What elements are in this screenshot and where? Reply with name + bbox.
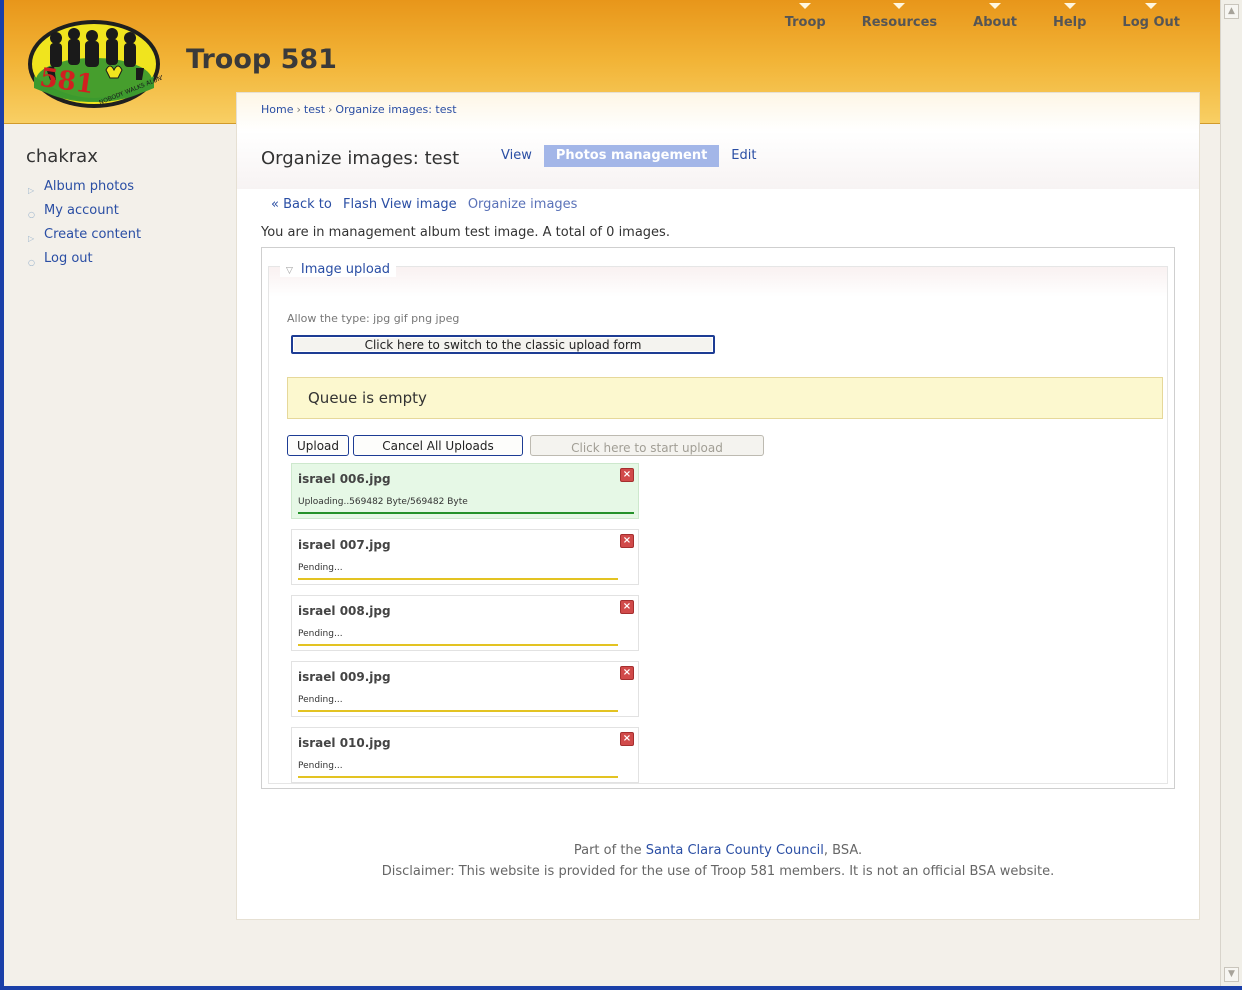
- page-title: Organize images: test: [261, 148, 460, 169]
- breadcrumb: Home › test › Organize images: test: [261, 103, 457, 116]
- sidebar-item-album-photos: ▷ Album photos: [26, 177, 226, 201]
- footer: Part of the Santa Clara County Council, …: [237, 843, 1199, 879]
- file-status: Pending...: [298, 563, 343, 573]
- file-name: israel 010.jpg: [298, 736, 391, 750]
- tab-photos-management[interactable]: Photos management: [543, 145, 720, 167]
- cancel-all-uploads-button[interactable]: Cancel All Uploads: [353, 435, 523, 456]
- breadcrumb-home[interactable]: Home: [261, 103, 293, 116]
- circle-bullet-icon: ○: [28, 258, 35, 267]
- image-upload-legend[interactable]: ▽ Image upload: [280, 262, 397, 277]
- upload-file-item: israel 007.jpg × Pending...: [291, 529, 639, 585]
- breadcrumb-test[interactable]: test: [304, 103, 325, 116]
- tab-edit[interactable]: Edit: [719, 145, 768, 167]
- nav-troop[interactable]: Troop: [785, 3, 826, 30]
- content-header: Home › test › Organize images: test Organize…: [237, 93, 1199, 189]
- circle-bullet-icon: ○: [28, 210, 35, 219]
- breadcrumb-separator: ›: [328, 103, 333, 116]
- image-upload-fieldset: Allow the type: jpg gif png jpeg Click h…: [261, 247, 1175, 789]
- page: 581 NOBODY WALKS ALONE Troop 581 Troop R…: [4, 0, 1220, 986]
- nav-resources[interactable]: Resources: [862, 3, 937, 30]
- window-scrollbar[interactable]: ▲ ▼: [1220, 0, 1242, 986]
- sidebar: chakrax ▷ Album photos ○ My account ▷ Cr…: [26, 146, 226, 273]
- tab-view[interactable]: View: [489, 145, 544, 167]
- remove-file-icon[interactable]: ×: [620, 600, 634, 614]
- file-status: Pending...: [298, 695, 343, 705]
- remove-file-icon[interactable]: ×: [620, 468, 634, 482]
- nav-help[interactable]: Help: [1053, 3, 1086, 30]
- sidebar-link-log-out[interactable]: Log out: [44, 251, 93, 266]
- image-upload-panel: Allow the type: jpg gif png jpeg Click h…: [268, 266, 1168, 784]
- nav-log-out[interactable]: Log Out: [1122, 3, 1180, 30]
- file-name: israel 008.jpg: [298, 604, 391, 618]
- classic-upload-button[interactable]: Click here to switch to the classic uplo…: [291, 335, 715, 354]
- sidebar-link-create-content[interactable]: Create content: [44, 227, 141, 242]
- main-content: Home › test › Organize images: test Organize…: [236, 92, 1200, 920]
- file-status: Pending...: [298, 629, 343, 639]
- footer-disclaimer: Disclaimer: This website is provided for…: [381, 864, 1055, 879]
- triangle-bullet-icon: ▷: [28, 186, 35, 195]
- file-progress-bar: [298, 512, 634, 514]
- upload-file-item: israel 009.jpg × Pending...: [291, 661, 639, 717]
- sidebar-username: chakrax: [26, 146, 98, 167]
- file-status: Uploading..569482 Byte/569482 Byte: [298, 497, 468, 507]
- council-link[interactable]: Santa Clara County Council: [646, 843, 824, 858]
- tabs: View Photos management Edit: [489, 145, 768, 167]
- allowed-types-text: Allow the type: jpg gif png jpeg: [287, 312, 460, 325]
- file-status: Pending...: [298, 761, 343, 771]
- sidebar-item-create-content: ▷ Create content: [26, 225, 226, 249]
- upload-button[interactable]: Upload: [287, 435, 349, 456]
- upload-file-item: israel 010.jpg × Pending...: [291, 727, 639, 783]
- album-summary: You are in management album test image. …: [261, 225, 670, 240]
- action-links: « Back to Flash View image Organize imag…: [271, 197, 584, 212]
- organize-images-link[interactable]: Organize images: [468, 197, 578, 212]
- svg-text:581: 581: [38, 63, 96, 100]
- nav-about[interactable]: About: [973, 3, 1017, 30]
- scroll-down-icon[interactable]: ▼: [1224, 967, 1239, 982]
- file-name: israel 009.jpg: [298, 670, 391, 684]
- upload-file-item: israel 006.jpg × Uploading..569482 Byte/…: [291, 463, 639, 519]
- triangle-bullet-icon: ▷: [28, 234, 35, 243]
- footer-suffix: , BSA.: [823, 843, 863, 858]
- collapse-triangle-icon: ▽: [286, 266, 293, 276]
- site-title[interactable]: Troop 581: [186, 44, 337, 75]
- file-progress-bar: [298, 710, 618, 712]
- file-progress-bar: [298, 578, 618, 580]
- troop-logo[interactable]: 581 NOBODY WALKS ALONE: [26, 18, 167, 110]
- sidebar-link-my-account[interactable]: My account: [44, 203, 119, 218]
- breadcrumb-separator: ›: [296, 103, 301, 116]
- sidebar-menu: ▷ Album photos ○ My account ▷ Create con…: [26, 177, 226, 273]
- remove-file-icon[interactable]: ×: [620, 534, 634, 548]
- scroll-up-icon[interactable]: ▲: [1224, 4, 1239, 19]
- flash-view-link[interactable]: Flash View image: [343, 197, 457, 212]
- file-name: israel 007.jpg: [298, 538, 391, 552]
- footer-affiliation: Part of the Santa Clara County Council, …: [237, 843, 1199, 858]
- top-nav: Troop Resources About Help Log Out: [785, 3, 1180, 30]
- sidebar-link-album-photos[interactable]: Album photos: [44, 179, 134, 194]
- remove-file-icon[interactable]: ×: [620, 732, 634, 746]
- upload-file-item: israel 008.jpg × Pending...: [291, 595, 639, 651]
- file-name: israel 006.jpg: [298, 472, 391, 486]
- image-upload-legend-label: Image upload: [300, 262, 391, 277]
- window-frame-bottom: [0, 986, 1242, 990]
- start-upload-button[interactable]: Click here to start upload: [530, 435, 764, 456]
- remove-file-icon[interactable]: ×: [620, 666, 634, 680]
- footer-prefix: Part of the: [573, 843, 646, 858]
- file-progress-bar: [298, 644, 618, 646]
- sidebar-item-log-out: ○ Log out: [26, 249, 226, 273]
- back-link[interactable]: « Back to: [271, 197, 332, 212]
- sidebar-item-my-account: ○ My account: [26, 201, 226, 225]
- breadcrumb-organize-images[interactable]: Organize images: test: [335, 103, 456, 116]
- file-progress-bar: [298, 776, 618, 778]
- queue-status: Queue is empty: [287, 377, 1163, 419]
